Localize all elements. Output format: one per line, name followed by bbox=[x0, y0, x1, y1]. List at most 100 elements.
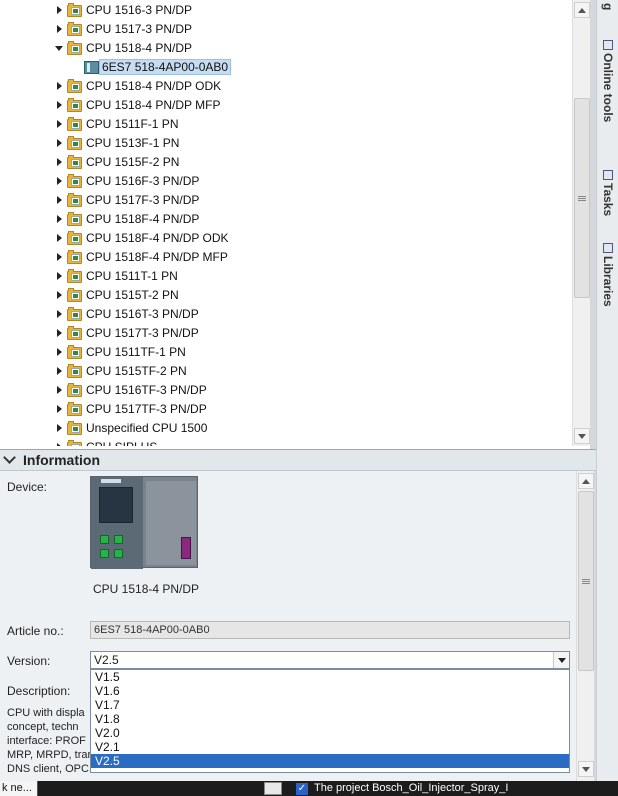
tree-scroll-up-button[interactable] bbox=[574, 2, 590, 18]
tree-scrollbar[interactable] bbox=[572, 0, 590, 446]
version-select-value: V2.5 bbox=[94, 653, 119, 667]
task-card-tabs: g Online tools Tasks Libraries bbox=[596, 0, 618, 796]
expand-arrow-icon[interactable] bbox=[57, 386, 62, 394]
collapse-arrow-icon[interactable] bbox=[55, 46, 63, 51]
status-text: The project Bosch_Oil_Injector_Spray_I bbox=[314, 782, 509, 794]
expand-arrow-icon[interactable] bbox=[57, 443, 62, 446]
tree-item-label: CPU 1513F-1 PN bbox=[86, 136, 180, 150]
version-option[interactable]: V1.6 bbox=[91, 684, 569, 698]
expand-arrow-icon[interactable] bbox=[57, 329, 62, 337]
tree-item[interactable]: CPU 1515F-2 PN bbox=[0, 153, 572, 172]
expand-arrow-icon[interactable] bbox=[57, 310, 62, 318]
expand-arrow-icon[interactable] bbox=[57, 291, 62, 299]
folder-icon bbox=[67, 288, 82, 302]
version-option[interactable]: V1.5 bbox=[91, 670, 569, 684]
folder-icon bbox=[67, 440, 82, 446]
tab-online-tools[interactable]: Online tools bbox=[597, 40, 618, 122]
expand-arrow-icon[interactable] bbox=[57, 272, 62, 280]
version-option[interactable]: V2.1 bbox=[91, 740, 569, 754]
taskbar-button[interactable]: k ne... bbox=[0, 781, 38, 796]
version-dropdown-list[interactable]: V1.5 V1.6 V1.7 V1.8 V2.0 V2.1 V2.5 bbox=[90, 669, 570, 773]
device-name: CPU 1518-4 PN/DP bbox=[93, 582, 200, 596]
tree-item[interactable]: CPU 1516TF-3 PN/DP bbox=[0, 381, 572, 400]
information-header[interactable]: Information bbox=[0, 449, 596, 471]
tree-item[interactable]: CPU 1515TF-2 PN bbox=[0, 362, 572, 381]
version-option[interactable]: V1.7 bbox=[91, 698, 569, 712]
version-select[interactable]: V2.5 bbox=[90, 651, 570, 669]
folder-icon bbox=[67, 307, 82, 321]
description-line: interface: PROF bbox=[7, 735, 86, 747]
tree-item[interactable]: CPU 1516F-3 PN/DP bbox=[0, 172, 572, 191]
expand-arrow-icon[interactable] bbox=[57, 25, 62, 33]
folder-icon bbox=[67, 326, 82, 340]
tree-item-label: CPU 1518-4 PN/DP ODK bbox=[86, 79, 222, 93]
expand-arrow-icon[interactable] bbox=[57, 405, 62, 413]
tree-item[interactable]: CPU 1517T-3 PN/DP bbox=[0, 324, 572, 343]
port-icon bbox=[100, 549, 109, 558]
tree-item[interactable]: CPU 1517F-3 PN/DP bbox=[0, 191, 572, 210]
tab-tasks[interactable]: Tasks bbox=[597, 170, 618, 216]
tree-item[interactable]: CPU 1518F-4 PN/DP bbox=[0, 210, 572, 229]
expand-arrow-icon[interactable] bbox=[57, 101, 62, 109]
port-icon bbox=[114, 535, 123, 544]
expand-arrow-icon[interactable] bbox=[57, 120, 62, 128]
document-icon[interactable] bbox=[264, 782, 282, 795]
description-line: concept, techn bbox=[7, 721, 79, 733]
tree-item[interactable]: CPU 1518F-4 PN/DP MFP bbox=[0, 248, 572, 267]
tree-item[interactable]: CPU 1511T-1 PN bbox=[0, 267, 572, 286]
brand-plate bbox=[101, 479, 121, 483]
tree-item[interactable]: CPU 1518-4 PN/DP bbox=[0, 39, 572, 58]
version-option[interactable]: V2.0 bbox=[91, 726, 569, 740]
tab-top-fragment[interactable]: g bbox=[597, 0, 618, 10]
expand-arrow-icon[interactable] bbox=[57, 82, 62, 90]
tree-item[interactable]: CPU 1518F-4 PN/DP ODK bbox=[0, 229, 572, 248]
tree-item-label: CPU 1518F-4 PN/DP MFP bbox=[86, 250, 228, 264]
tree-item[interactable]: CPU 1518-4 PN/DP MFP bbox=[0, 96, 572, 115]
expand-arrow-icon[interactable] bbox=[57, 367, 62, 375]
folder-icon bbox=[67, 212, 82, 226]
info-scroll-up-button[interactable] bbox=[578, 473, 594, 489]
tree-item[interactable]: CPU 1511F-1 PN bbox=[0, 115, 572, 134]
tree-item[interactable]: CPU 1517TF-3 PN/DP bbox=[0, 400, 572, 419]
tree-item[interactable]: CPU 1516T-3 PN/DP bbox=[0, 305, 572, 324]
tree-scroll-down-button[interactable] bbox=[574, 428, 590, 444]
tab-libraries[interactable]: Libraries bbox=[597, 243, 618, 307]
tree-item[interactable]: CPU 1517-3 PN/DP bbox=[0, 20, 572, 39]
expand-arrow-icon[interactable] bbox=[57, 215, 62, 223]
version-option[interactable]: V2.5 bbox=[91, 754, 569, 768]
expand-arrow-icon[interactable] bbox=[57, 253, 62, 261]
dropdown-button[interactable] bbox=[553, 652, 569, 668]
tree-item-label: CPU SIPLUS bbox=[86, 440, 157, 446]
description-line: DNS client, OPC bbox=[7, 763, 89, 775]
tree-item-label: CPU 1515TF-2 PN bbox=[86, 364, 187, 378]
article-number-field: 6ES7 518-4AP00-0AB0 bbox=[90, 621, 570, 639]
info-scroll-down-button[interactable] bbox=[578, 761, 594, 777]
tree-item-label: CPU 1515F-2 PN bbox=[86, 155, 180, 169]
tree-scroll-thumb[interactable] bbox=[574, 98, 590, 298]
tree-item[interactable]: CPU 1511TF-1 PN bbox=[0, 343, 572, 362]
info-scroll-thumb[interactable] bbox=[578, 491, 594, 671]
tree-item[interactable]: Unspecified CPU 1500 bbox=[0, 419, 572, 438]
expand-arrow-icon[interactable] bbox=[57, 158, 62, 166]
expand-arrow-icon[interactable] bbox=[57, 139, 62, 147]
tree-item[interactable]: 6ES7 518-4AP00-0AB0 bbox=[0, 58, 572, 77]
version-option[interactable]: V1.8 bbox=[91, 712, 569, 726]
chevron-down-icon[interactable] bbox=[3, 451, 16, 464]
folder-icon bbox=[67, 3, 82, 17]
expand-arrow-icon[interactable] bbox=[57, 177, 62, 185]
expand-arrow-icon[interactable] bbox=[57, 348, 62, 356]
info-scrollbar[interactable] bbox=[576, 471, 594, 781]
tree-item[interactable]: CPU 1518-4 PN/DP ODK bbox=[0, 77, 572, 96]
tree-item[interactable]: CPU 1516-3 PN/DP bbox=[0, 1, 572, 20]
tree-item[interactable]: CPU 1515T-2 PN bbox=[0, 286, 572, 305]
online-tools-icon bbox=[603, 40, 613, 50]
expand-arrow-icon[interactable] bbox=[57, 234, 62, 242]
folder-icon bbox=[67, 174, 82, 188]
expand-arrow-icon[interactable] bbox=[57, 6, 62, 14]
description-label: Description: bbox=[7, 684, 71, 698]
expand-arrow-icon[interactable] bbox=[57, 424, 62, 432]
expand-arrow-icon[interactable] bbox=[57, 196, 62, 204]
tree-item[interactable]: CPU SIPLUS bbox=[0, 438, 572, 446]
tree-item[interactable]: CPU 1513F-1 PN bbox=[0, 134, 572, 153]
tab-online-tools-label: Online tools bbox=[601, 53, 615, 123]
